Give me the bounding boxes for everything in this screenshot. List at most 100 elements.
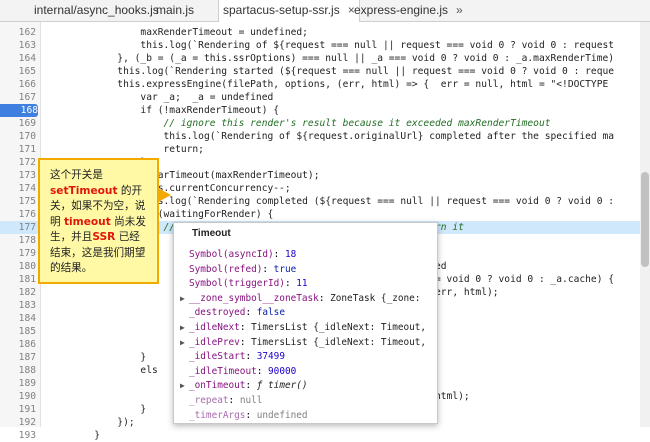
line-number[interactable]: 170 [0, 130, 36, 143]
expand-triangle-icon[interactable]: ▶ [180, 320, 189, 335]
line-number[interactable]: 167 [0, 91, 36, 104]
property-key: _repeat [189, 395, 229, 406]
code-line: 168 if (!maxRenderTimeout) { [0, 104, 650, 117]
expand-triangle-icon[interactable]: ▶ [180, 291, 189, 306]
line-number[interactable]: 176 [0, 208, 36, 221]
tab-express-engine[interactable]: express-engine.js [350, 0, 452, 21]
line-number[interactable]: 193 [0, 429, 36, 442]
code-text: } [48, 352, 147, 363]
tab-label: spartacus-setup-ssr.js [223, 3, 340, 17]
scrollbar-thumb[interactable] [641, 172, 649, 267]
property-key: _onTimeout [189, 380, 246, 392]
property-value: 90000 [268, 365, 297, 377]
line-number[interactable]: 165 [0, 65, 36, 78]
code-text: }, (_b = (_a = this.ssrOptions) === null… [48, 53, 615, 64]
note-highlight-settimeout: setTimeout [50, 184, 118, 197]
note-highlight-timeout: timeout [63, 215, 111, 228]
code-line: 163 this.log(`Rendering of ${request ===… [0, 39, 650, 52]
property-key: Symbol(refed) [189, 263, 263, 275]
code-text: var _a; _a = undefined [48, 92, 274, 103]
code-text: } [48, 430, 100, 441]
breakpoint-line-number[interactable]: 168 [0, 104, 38, 117]
code-text: this.expressEngine(filePath, options, (e… [48, 79, 609, 90]
note-text-1: 这个开关是 [50, 169, 103, 181]
property-separator: : [273, 249, 285, 260]
line-number[interactable]: 190 [0, 390, 36, 403]
popup-property-row[interactable]: ▶ _onTimeout: ƒ timer() [180, 378, 435, 393]
popup-property-row: Symbol(refed): true [180, 262, 435, 277]
property-value: true [273, 263, 297, 275]
line-number[interactable]: 164 [0, 52, 36, 65]
line-number[interactable]: 180 [0, 260, 36, 273]
property-separator: : [228, 395, 240, 406]
line-number[interactable]: 187 [0, 351, 36, 364]
popup-property-row: _idleTimeout: 90000 [180, 364, 435, 379]
property-separator: : [262, 263, 274, 275]
expand-triangle-icon[interactable]: ▶ [180, 378, 189, 393]
line-number[interactable]: 179 [0, 247, 36, 260]
code-text: els [48, 365, 158, 376]
line-number[interactable]: 173 [0, 169, 36, 182]
line-number[interactable]: 184 [0, 312, 36, 325]
code-line: 164 }, (_b = (_a = this.ssrOptions) === … [0, 52, 650, 65]
property-value: ZoneTask {_zone: [330, 292, 421, 304]
code-line: 193 } [0, 429, 650, 442]
property-separator: : [284, 278, 297, 290]
property-value: false [256, 307, 285, 319]
popup-property-row: _destroyed: false [180, 305, 435, 320]
expand-triangle-icon[interactable]: ▶ [180, 335, 189, 350]
tab-main-js[interactable]: main.js [152, 0, 198, 21]
property-value: TimersList {_idleNext: Timeout, [251, 322, 427, 333]
popup-property-row: _idleStart: 37499 [180, 349, 435, 364]
property-key: Symbol(triggerId) [189, 278, 285, 290]
popup-property-row[interactable]: ▶ __zone_symbol__zoneTask: ZoneTask {_zon… [180, 291, 435, 306]
variable-hover-popup[interactable]: Timeout Symbol(asyncId): 18 Symbol(refed)… [173, 222, 438, 424]
line-number[interactable]: 162 [0, 26, 36, 39]
property-key: _timerArgs [189, 409, 246, 421]
code-line: 170 this.log(`Rendering of ${request.ori… [0, 130, 650, 143]
line-number[interactable]: 181 [0, 273, 36, 286]
property-value: ƒ timer() [256, 380, 308, 392]
property-key: _idleNext [189, 322, 240, 333]
property-separator: : [239, 336, 252, 348]
line-number[interactable]: 171 [0, 143, 36, 156]
property-separator: : [239, 322, 252, 333]
line-number[interactable]: 189 [0, 377, 36, 390]
line-number[interactable]: 186 [0, 338, 36, 351]
line-number[interactable]: 188 [0, 364, 36, 377]
popup-property-row[interactable]: ▶ _idleNext: TimersList {_idleNext: Timeo… [180, 320, 435, 335]
tab-spartacus-setup-ssr[interactable]: spartacus-setup-ssr.js × [218, 0, 360, 22]
annotation-note: 这个开关是 setTimeout 的开关，如果不为空，说明 timeout 尚未… [38, 158, 171, 284]
code-text: }); [48, 417, 135, 428]
line-number[interactable]: 177 [0, 221, 36, 234]
property-separator: : [256, 365, 269, 377]
note-highlight-ssr: SSR [92, 231, 116, 243]
line-number[interactable]: 163 [0, 39, 36, 52]
code-line: 167 var _a; _a = undefined [0, 91, 650, 104]
line-number[interactable]: 192 [0, 416, 36, 429]
property-separator: : [245, 409, 257, 421]
code-line: 162 maxRenderTimeout = undefined; [0, 26, 650, 39]
property-key: _idleTimeout [189, 365, 257, 377]
line-number[interactable]: 174 [0, 182, 36, 195]
property-separator: : [245, 380, 257, 392]
code-line: 171 return; [0, 143, 650, 156]
line-number[interactable]: 172 [0, 156, 36, 169]
line-number[interactable]: 175 [0, 195, 36, 208]
line-number[interactable]: 185 [0, 325, 36, 338]
line-number[interactable]: 169 [0, 117, 36, 130]
line-number[interactable]: 166 [0, 78, 36, 91]
line-number[interactable]: 178 [0, 234, 36, 247]
code-text: // ignore this render's result because i… [48, 118, 551, 129]
code-text: } [48, 404, 147, 415]
more-tabs-icon[interactable]: » [452, 0, 467, 21]
line-number[interactable]: 182 [0, 286, 36, 299]
property-key: _idlePrev [189, 336, 240, 348]
property-separator: : [318, 292, 331, 304]
tab-async-hooks[interactable]: internal/async_hooks.js [30, 0, 163, 21]
property-key: _idleStart [189, 351, 246, 363]
line-number[interactable]: 191 [0, 403, 36, 416]
vertical-scrollbar[interactable] [640, 22, 650, 427]
popup-property-row[interactable]: ▶ _idlePrev: TimersList {_idleNext: Timeo… [180, 335, 435, 350]
line-number[interactable]: 183 [0, 299, 36, 312]
